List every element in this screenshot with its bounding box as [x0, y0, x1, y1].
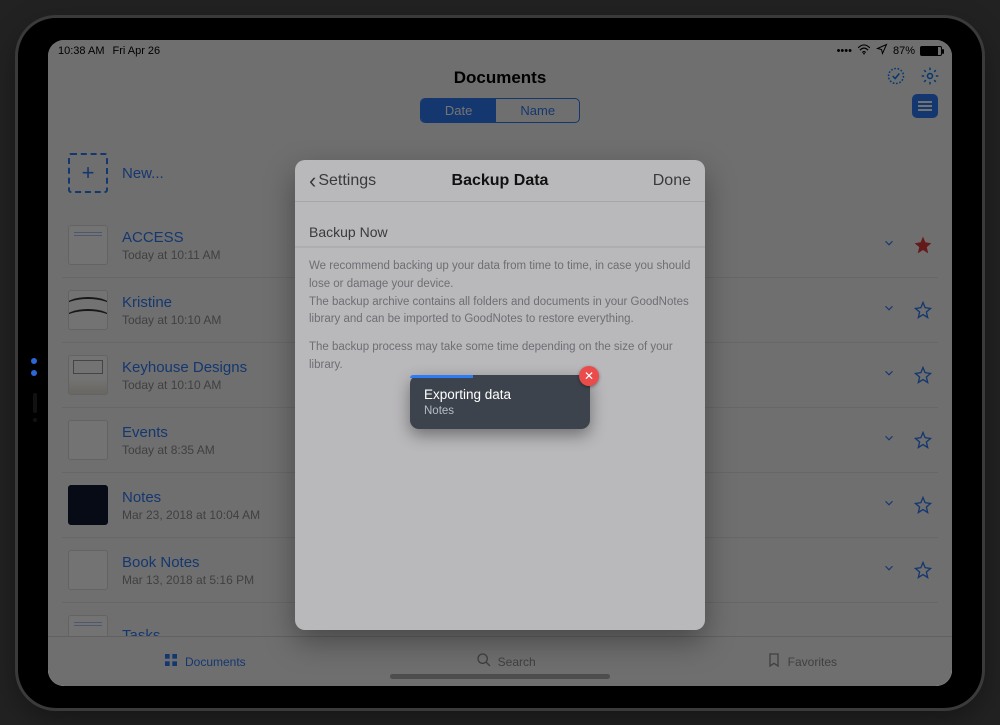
desc-line: The backup archive contains all folders …	[309, 294, 691, 330]
description-text: We recommend backing up your data from t…	[295, 248, 705, 385]
modal-header: ‹ Settings Backup Data Done	[295, 160, 705, 202]
ipad-frame: 10:38 AM Fri Apr 26 •••• 87% Documents D…	[18, 18, 982, 708]
close-icon[interactable]: ✕	[579, 366, 599, 386]
screen: 10:38 AM Fri Apr 26 •••• 87% Documents D…	[48, 40, 952, 686]
hardware-port	[33, 393, 37, 413]
section-label: Backup Now	[309, 224, 388, 240]
section-header: Backup Now	[295, 202, 705, 246]
toast-title: Exporting data	[424, 387, 576, 402]
export-progress-toast: Exporting data Notes ✕	[410, 375, 590, 429]
done-button[interactable]: Done	[653, 172, 691, 190]
side-indicator	[31, 358, 37, 376]
back-label: Settings	[318, 172, 376, 190]
desc-line: We recommend backing up your data from t…	[309, 258, 691, 294]
back-button[interactable]: ‹ Settings	[309, 170, 376, 192]
toast-subtitle: Notes	[424, 405, 576, 417]
chevron-left-icon: ‹	[309, 170, 316, 192]
hardware-port	[33, 418, 37, 422]
desc-line: The backup process may take some time de…	[309, 339, 691, 375]
